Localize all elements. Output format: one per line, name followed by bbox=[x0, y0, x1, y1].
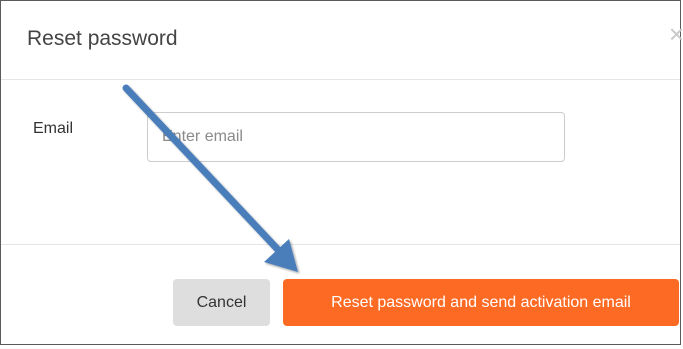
modal-footer: Cancel Reset password and send activatio… bbox=[1, 245, 680, 345]
reset-password-submit-button[interactable]: Reset password and send activation email bbox=[283, 279, 679, 326]
email-input[interactable] bbox=[147, 112, 565, 162]
cancel-button[interactable]: Cancel bbox=[173, 279, 270, 326]
modal-title: Reset password bbox=[27, 27, 178, 50]
close-icon[interactable]: × bbox=[669, 21, 683, 47]
modal-body: Email bbox=[1, 80, 680, 245]
modal-header: Reset password × bbox=[1, 1, 683, 80]
reset-password-modal: Reset password × Email Cancel Reset pass… bbox=[0, 0, 683, 345]
email-label: Email bbox=[33, 120, 74, 137]
